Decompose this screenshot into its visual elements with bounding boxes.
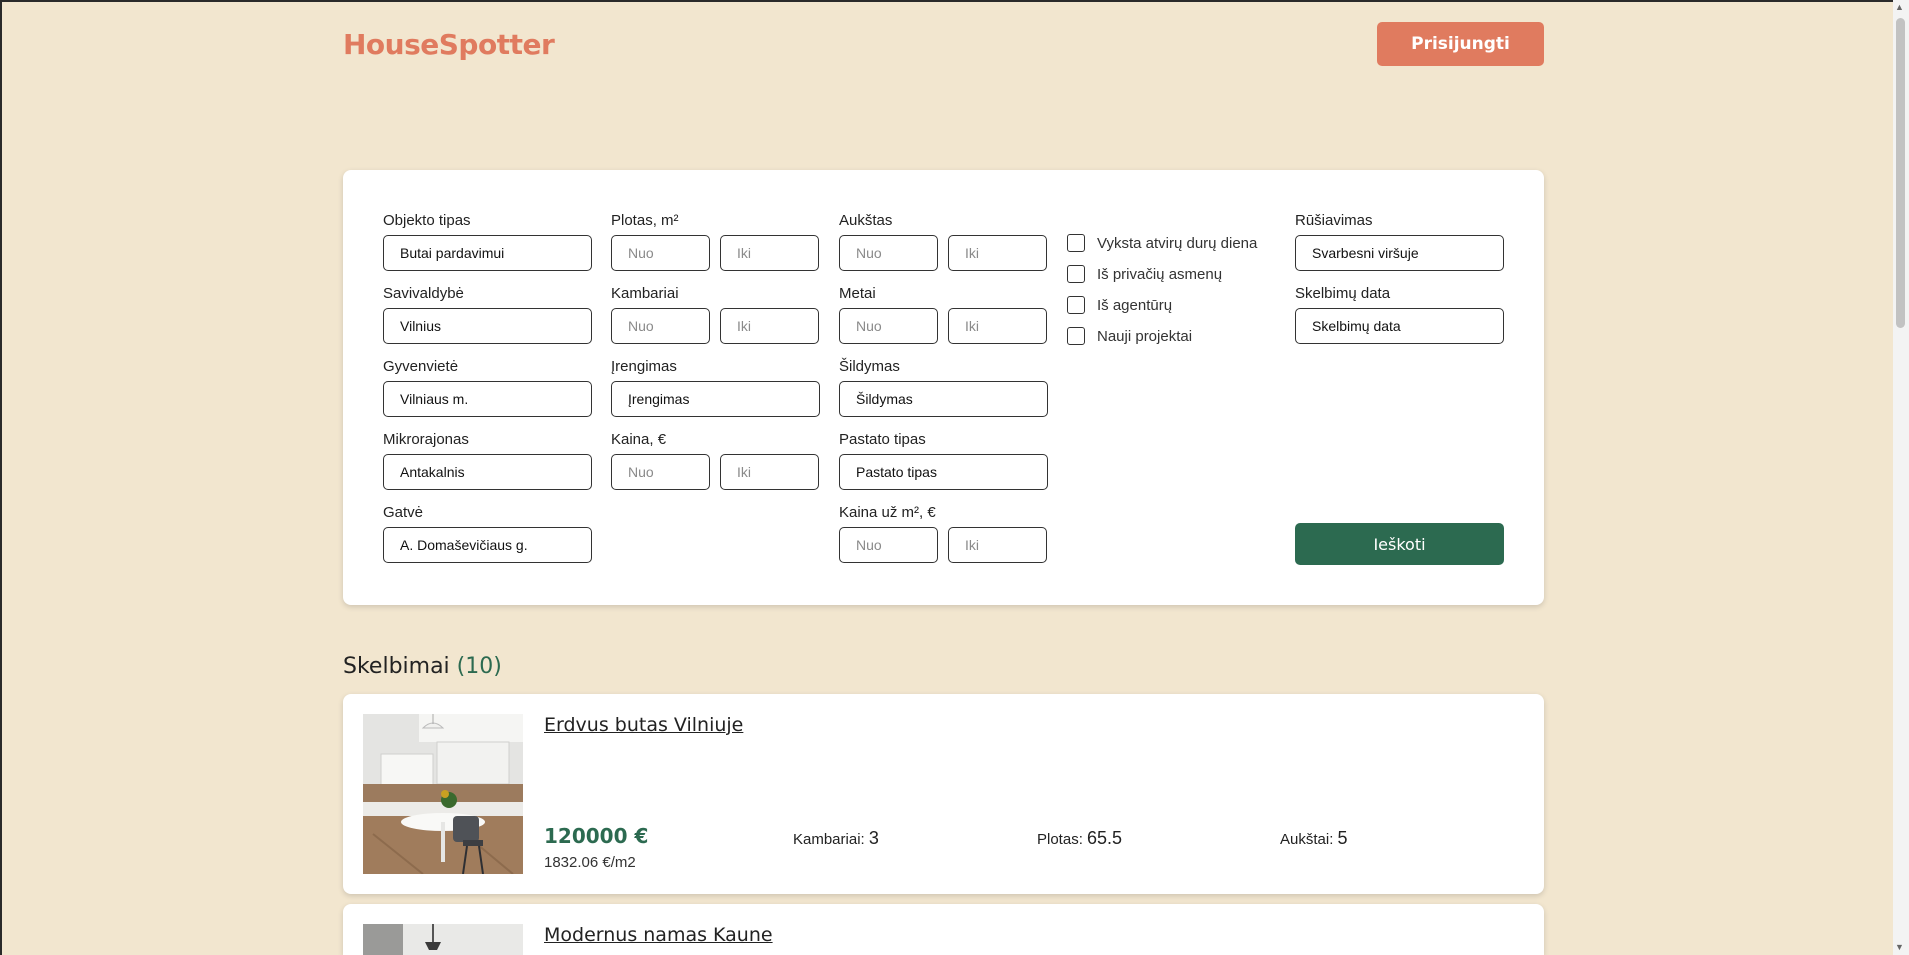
- checkbox-new-projects-label: Nauji projektai: [1097, 327, 1193, 345]
- equipment-select[interactable]: Įrengimas: [611, 381, 820, 417]
- listing-title-link[interactable]: Erdvus butas Vilniuje: [544, 714, 743, 736]
- listing-floors: Aukštai: 5: [1280, 828, 1348, 849]
- scroll-up-arrow-icon[interactable]: ▲: [1895, 2, 1904, 12]
- checkbox-new-projects[interactable]: Nauji projektai: [1067, 327, 1192, 345]
- listing-rooms: Kambariai: 3: [793, 828, 879, 849]
- listing-area: Plotas: 65.5: [1037, 828, 1122, 849]
- listing-area-label: Plotas:: [1037, 831, 1083, 848]
- listing-date-label: Skelbimų data: [1295, 285, 1391, 302]
- checkbox-agencies-label: Iš agentūrų: [1097, 296, 1173, 314]
- year-label: Metai: [839, 285, 876, 302]
- rooms-label: Kambariai: [611, 285, 679, 302]
- listing-photo[interactable]: [363, 924, 523, 955]
- floor-to-input[interactable]: Iki: [948, 235, 1047, 271]
- heating-select[interactable]: Šildymas: [839, 381, 1048, 417]
- checkbox-private-sellers-box[interactable]: [1067, 265, 1085, 283]
- settlement-label: Gyvenvietė: [383, 358, 459, 375]
- checkbox-open-house-label: Vyksta atvirų durų diena: [1097, 234, 1258, 252]
- equipment-label: Įrengimas: [611, 358, 677, 375]
- settlement-select[interactable]: Vilniaus m.: [383, 381, 592, 417]
- checkbox-new-projects-box[interactable]: [1067, 327, 1085, 345]
- checkbox-open-house-box[interactable]: [1067, 234, 1085, 252]
- listing-date-select[interactable]: Skelbimų data: [1295, 308, 1504, 344]
- listing-floors-value: 5: [1337, 828, 1348, 848]
- object-type-select[interactable]: Butai pardavimui: [383, 235, 592, 271]
- area-from-input[interactable]: Nuo: [611, 235, 710, 271]
- listing-rooms-value: 3: [868, 828, 879, 848]
- building-type-label: Pastato tipas: [839, 431, 926, 448]
- results-title: Skelbimai: [343, 654, 450, 679]
- municipality-label: Savivaldybė: [383, 285, 464, 302]
- results-heading: Skelbimai (10): [343, 654, 502, 679]
- area-label: Plotas, m²: [611, 212, 679, 229]
- listing-title-link[interactable]: Modernus namas Kaune: [544, 924, 773, 946]
- page-scrollbar-thumb[interactable]: [1896, 18, 1905, 328]
- street-select[interactable]: A. Domaševičiaus g.: [383, 527, 592, 563]
- object-type-label: Objekto tipas: [383, 212, 471, 229]
- street-label: Gatvė: [383, 504, 424, 521]
- search-button[interactable]: Ieškoti: [1295, 523, 1504, 565]
- year-to-input[interactable]: Iki: [948, 308, 1047, 344]
- rooms-from-input[interactable]: Nuo: [611, 308, 710, 344]
- rooms-to-input[interactable]: Iki: [720, 308, 819, 344]
- listing-price: 120000 €: [544, 824, 649, 848]
- listing-photo[interactable]: [363, 714, 523, 874]
- microdistrict-select[interactable]: Antakalnis: [383, 454, 592, 490]
- brand-logo[interactable]: HouseSpotter: [343, 28, 555, 61]
- scroll-down-arrow-icon[interactable]: ▼: [1895, 942, 1904, 952]
- sorting-label: Rūšiavimas: [1295, 212, 1373, 229]
- price-per-m2-label: Kaina už m², €: [839, 504, 936, 521]
- municipality-select[interactable]: Vilnius: [383, 308, 592, 344]
- listing-floors-label: Aukštai:: [1280, 831, 1334, 848]
- price-per-m2-to-input[interactable]: Iki: [948, 527, 1047, 563]
- checkbox-open-house[interactable]: Vyksta atvirų durų diena: [1067, 234, 1257, 252]
- results-count: (10): [456, 654, 502, 679]
- checkbox-private-sellers-label: Iš privačių asmenų: [1097, 265, 1223, 283]
- area-to-input[interactable]: Iki: [720, 235, 819, 271]
- listing-area-value: 65.5: [1087, 828, 1123, 848]
- window-left-border: [0, 0, 2, 955]
- window-top-border: [0, 0, 1909, 2]
- floor-from-input[interactable]: Nuo: [839, 235, 938, 271]
- building-type-select[interactable]: Pastato tipas: [839, 454, 1048, 490]
- listing-price-per-m2: 1832.06 €/m2: [544, 854, 636, 871]
- price-label: Kaina, €: [611, 431, 667, 448]
- floor-label: Aukštas: [839, 212, 893, 229]
- microdistrict-label: Mikrorajonas: [383, 431, 469, 448]
- login-button[interactable]: Prisijungti: [1377, 22, 1544, 66]
- heating-label: Šildymas: [839, 358, 900, 375]
- price-to-input[interactable]: Iki: [720, 454, 819, 490]
- price-per-m2-from-input[interactable]: Nuo: [839, 527, 938, 563]
- year-from-input[interactable]: Nuo: [839, 308, 938, 344]
- checkbox-agencies[interactable]: Iš agentūrų: [1067, 296, 1172, 314]
- listing-rooms-label: Kambariai:: [793, 831, 865, 848]
- checkbox-private-sellers[interactable]: Iš privačių asmenų: [1067, 265, 1222, 283]
- price-from-input[interactable]: Nuo: [611, 454, 710, 490]
- listing-card[interactable]: Modernus namas Kaune: [343, 904, 1544, 955]
- checkbox-agencies-box[interactable]: [1067, 296, 1085, 314]
- listing-card[interactable]: Erdvus butas Vilniuje 120000 € 1832.06 €…: [343, 694, 1544, 894]
- sorting-select[interactable]: Svarbesni viršuje: [1295, 235, 1504, 271]
